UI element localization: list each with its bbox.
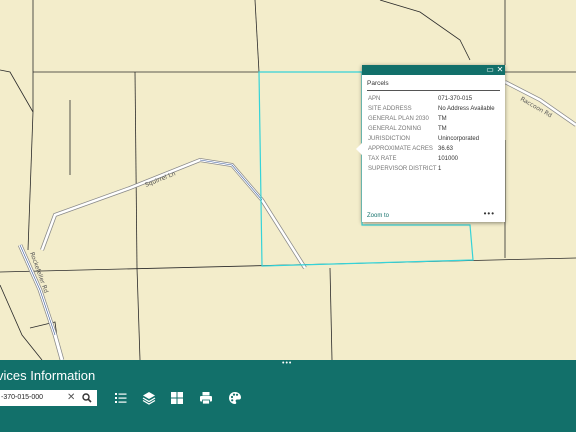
field-value: TM	[438, 116, 447, 122]
popup-divider	[367, 90, 500, 91]
field-value: 071-370-015	[438, 96, 473, 102]
field-row: GENERAL PLAN 2030 TM	[368, 116, 502, 123]
popup-title: Parcels	[367, 80, 389, 87]
field-name: APPROXIMATE ACRES	[368, 146, 433, 152]
field-row: GENERAL ZONING TM	[368, 126, 502, 133]
more-actions-button[interactable]: •••	[484, 209, 495, 218]
clear-icon[interactable]: ✕	[67, 392, 75, 403]
layers-icon[interactable]	[142, 391, 156, 405]
field-name: JURISDICTION	[368, 136, 410, 142]
field-name: APN	[368, 96, 381, 102]
panel-resize-handle[interactable]: •••	[282, 360, 292, 367]
field-row: SITE ADDRESS No Address Available	[368, 106, 502, 113]
field-value: 1	[438, 166, 442, 172]
field-row: TAX RATE 101000	[368, 156, 502, 163]
app-title: vices Information	[0, 368, 96, 383]
field-value: 101000	[438, 156, 459, 162]
zoom-to-link[interactable]: Zoom to	[367, 213, 389, 219]
field-name: GENERAL PLAN 2030	[368, 116, 429, 122]
search-input[interactable]: -370-015-000	[1, 394, 43, 401]
field-name: GENERAL ZONING	[368, 126, 422, 132]
field-name: SITE ADDRESS	[368, 106, 412, 112]
field-row: APN 071-370-015	[368, 96, 502, 103]
field-value: 36.63	[438, 146, 454, 152]
print-icon[interactable]	[199, 391, 213, 405]
field-row: SUPERVISOR DISTRICT 1	[368, 166, 502, 173]
search-icon[interactable]	[82, 392, 92, 404]
legend-list-icon[interactable]	[114, 391, 128, 405]
palette-icon[interactable]	[228, 391, 242, 405]
search-box[interactable]: -370-015-000 ✕	[0, 390, 97, 406]
field-value: No Address Available	[438, 106, 495, 112]
maximize-icon[interactable]: ▭	[486, 66, 494, 74]
field-value: Unincorporated	[438, 136, 480, 142]
popup-pointer	[356, 143, 362, 155]
field-row: APPROXIMATE ACRES 36.63	[368, 146, 502, 153]
popup-header: ▭ ✕	[362, 65, 505, 75]
field-value: TM	[438, 126, 447, 132]
parcel-popup: ▭ ✕ Parcels APN 071-370-015 SITE ADDRESS N…	[356, 65, 505, 222]
field-name: SUPERVISOR DISTRICT	[368, 166, 437, 172]
field-row: JURISDICTION Unincorporated	[368, 136, 502, 143]
field-name: TAX RATE	[368, 156, 397, 162]
popup-fields: APN 071-370-015 SITE ADDRESS No Address Av…	[368, 96, 502, 176]
close-icon[interactable]: ✕	[496, 66, 504, 74]
basemap-grid-icon[interactable]	[170, 391, 184, 405]
